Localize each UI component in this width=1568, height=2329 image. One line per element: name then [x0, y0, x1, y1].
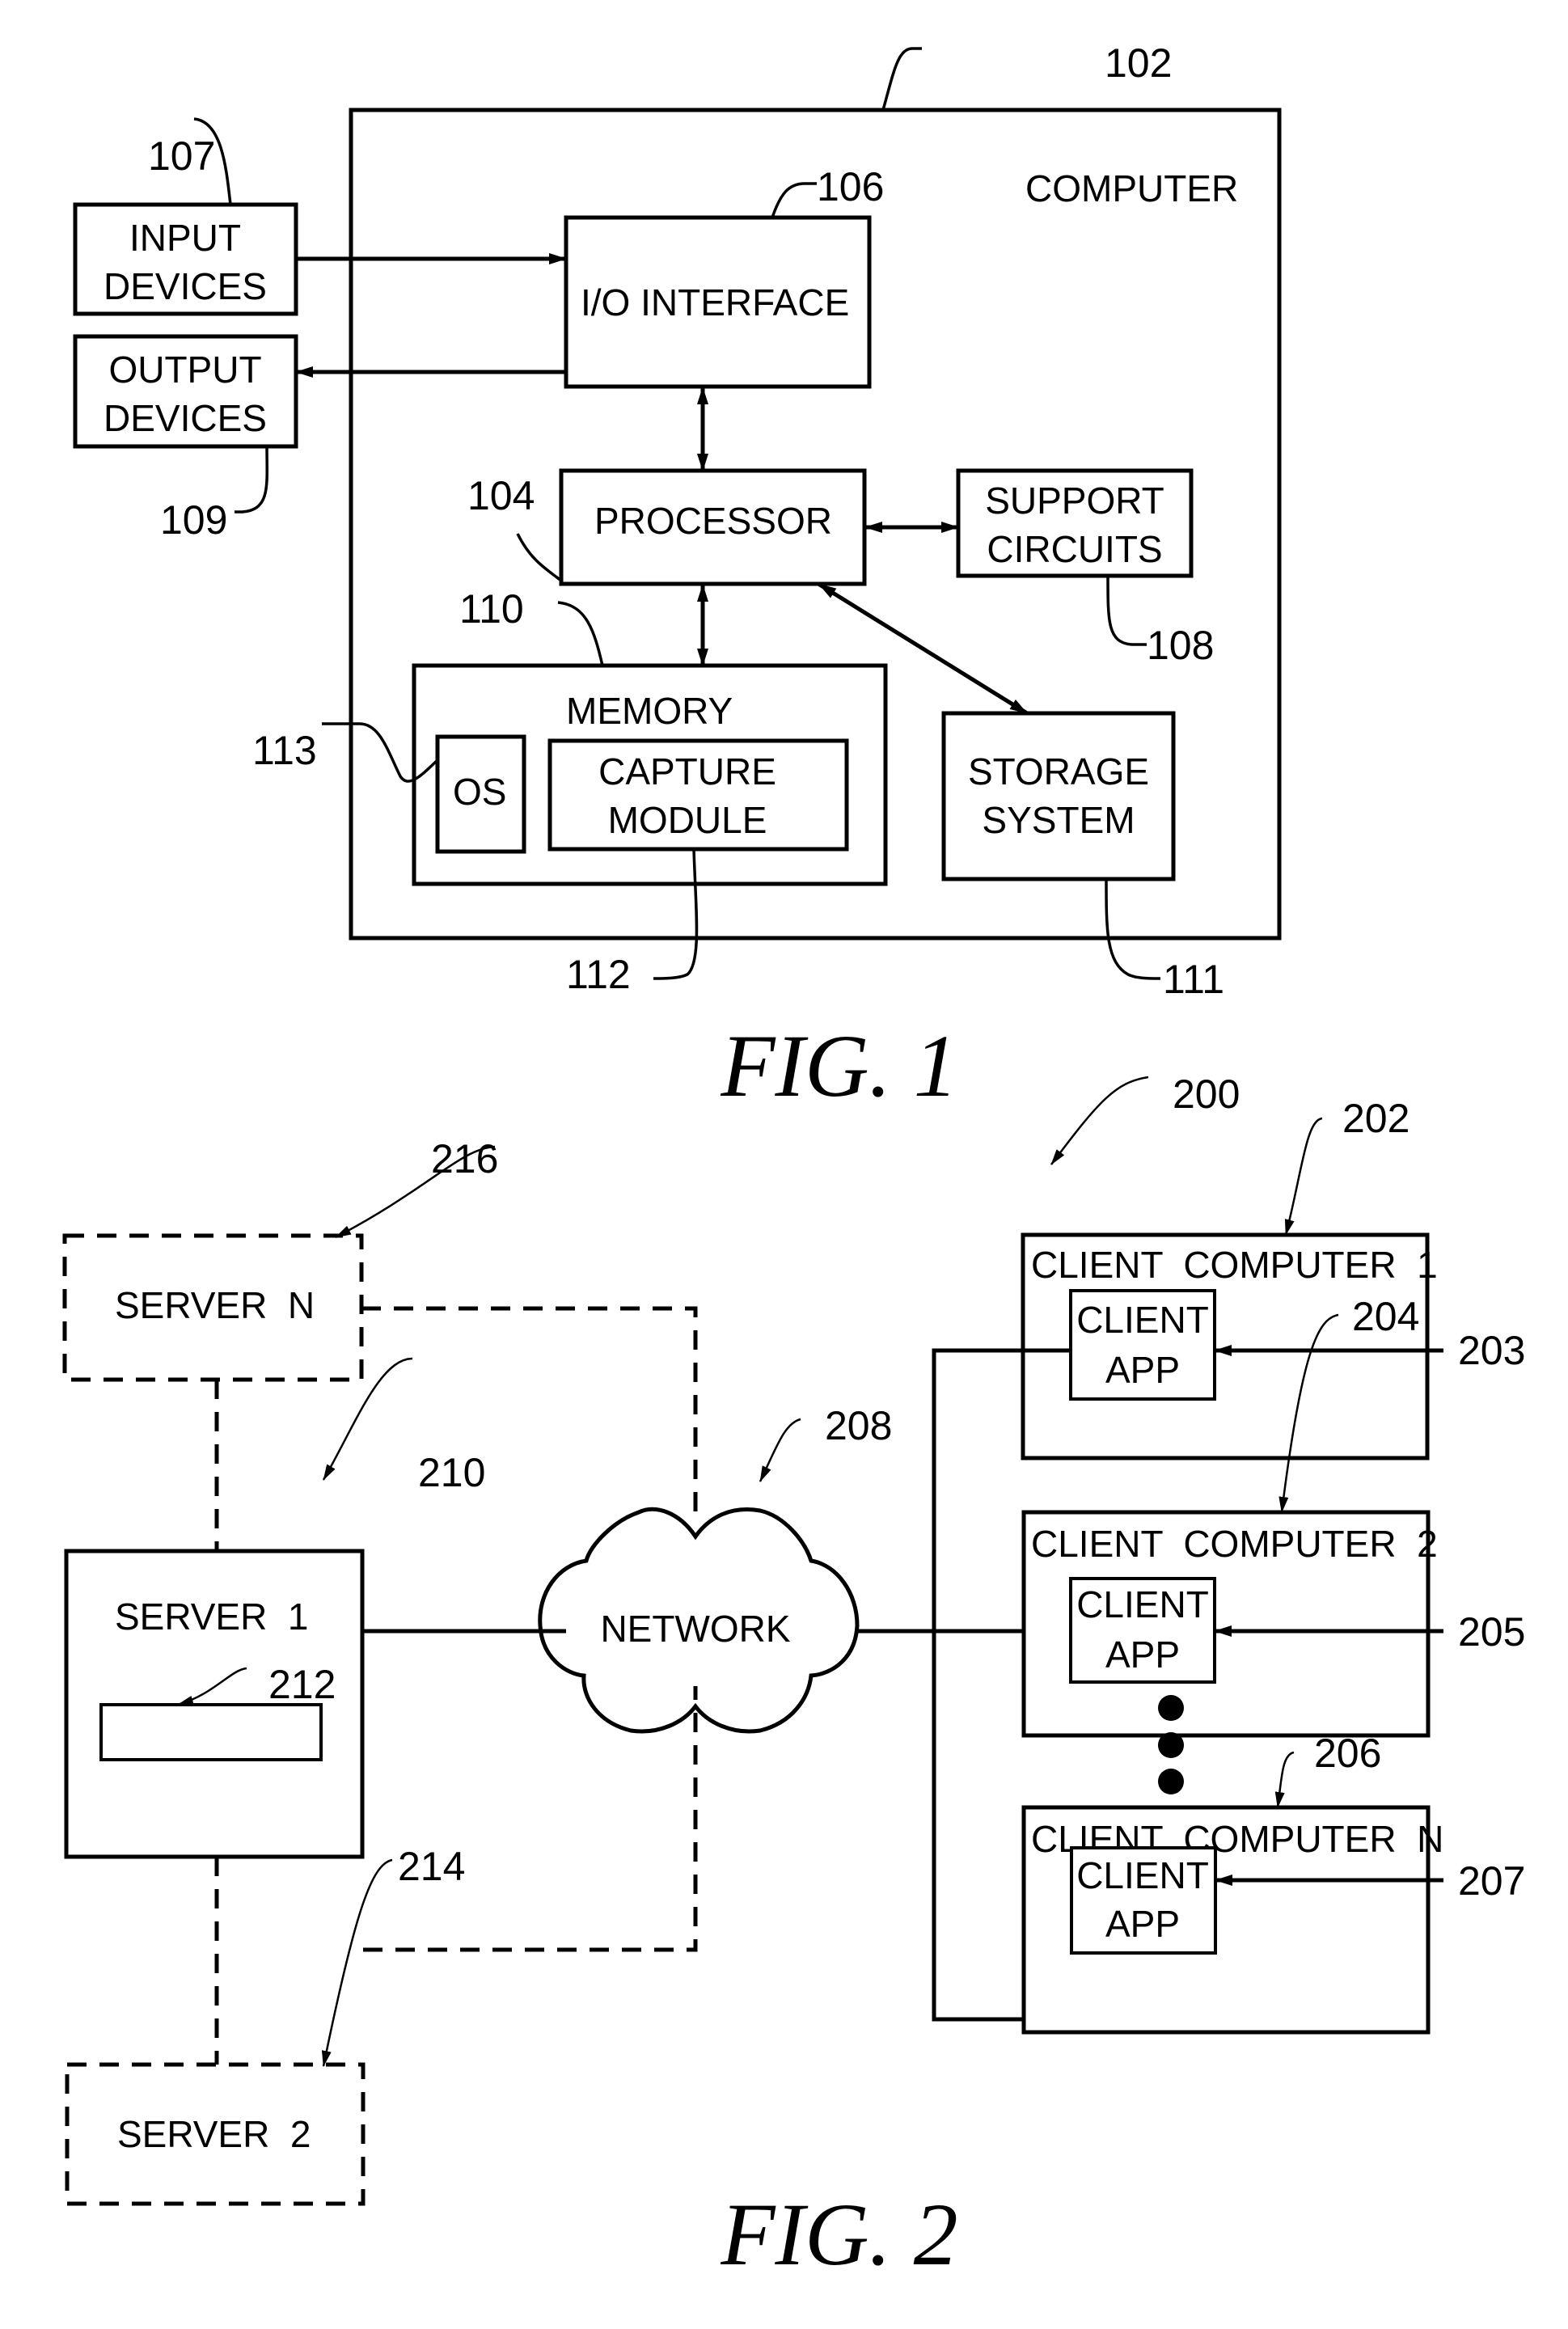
- storage-system-label-line1: STORAGE: [968, 750, 1149, 793]
- computer-label: COMPUTER: [1025, 167, 1238, 209]
- server-2-network-link: [363, 1686, 698, 1952]
- io-interface-label: I/O INTERFACE: [581, 281, 849, 323]
- system-ref: 200: [1173, 1072, 1240, 1117]
- input-devices-ref: 107: [148, 133, 215, 179]
- capture-module-block: CAPTURE MODULE: [547, 738, 849, 852]
- ellipsis-dot: [1158, 1732, 1184, 1758]
- client-app-n-label-line2: APP: [1105, 1903, 1180, 1945]
- output-devices-ref: 109: [160, 497, 227, 543]
- support-circuits-label-line1: SUPPORT: [985, 480, 1164, 522]
- figure-2: 200 SERVER N 216 SERVER 1 210 212 SERVER…: [62, 1072, 1525, 2284]
- processor-label: PROCESSOR: [594, 500, 832, 542]
- ellipsis-dot: [1158, 1769, 1184, 1794]
- figure-2-caption: FIG. 2: [720, 2185, 957, 2284]
- client-app-n-label-line1: CLIENT: [1076, 1854, 1209, 1896]
- more-clients-ellipsis: [1158, 1695, 1184, 1794]
- server-2-block: SERVER 2 214: [65, 1844, 465, 2206]
- input-devices-label-line2: DEVICES: [104, 265, 267, 307]
- io-interface-ref: 106: [817, 164, 884, 209]
- memory-ref: 110: [459, 586, 524, 632]
- server-1-block: SERVER 1 210 212: [64, 1357, 485, 1859]
- capture-module-ref: 112: [566, 952, 631, 997]
- server-n-label: SERVER N: [115, 1284, 315, 1326]
- computer-ref: 102: [1105, 40, 1172, 86]
- client-app-1-label-line2: APP: [1105, 1349, 1180, 1391]
- server-1-ref: 210: [418, 1450, 485, 1495]
- network-ref: 208: [825, 1403, 892, 1448]
- client-computer-1-block: CLIENT COMPUTER 1 CLIENT APP 203 202: [1021, 1096, 1525, 1460]
- output-devices-label-line1: OUTPUT: [108, 349, 261, 391]
- client-computer-1-ref: 202: [1342, 1096, 1410, 1141]
- network-ref-arrow: [759, 1418, 801, 1482]
- input-devices-label-line1: INPUT: [129, 217, 241, 259]
- capture-module-label-line1: CAPTURE: [598, 750, 776, 793]
- server-n-block: SERVER N 216: [62, 1136, 498, 1382]
- client-computer-n-block: CLIENT COMPUTER N CLIENT APP 207 206: [1021, 1731, 1525, 2035]
- network-label: NETWORK: [600, 1608, 790, 1650]
- client-app-2-label-line2: APP: [1105, 1634, 1180, 1676]
- storage-system-ref: 111: [1163, 957, 1224, 1002]
- patent-drawing-sheet: COMPUTER 102 I/O INTERFACE 106 INPUT DEV…: [62, 40, 1525, 2284]
- os-label: OS: [453, 771, 506, 813]
- figure-1-caption: FIG. 1: [720, 1017, 957, 1115]
- client-computer-1-label: CLIENT COMPUTER 1: [1031, 1244, 1438, 1286]
- ellipsis-dot: [1158, 1695, 1184, 1721]
- server-n-network-link: [361, 1306, 698, 1520]
- figure-1: COMPUTER 102 I/O INTERFACE 106 INPUT DEV…: [73, 40, 1282, 1115]
- client-computer-2-label: CLIENT COMPUTER 2: [1031, 1523, 1438, 1565]
- server-2-ref: 214: [398, 1844, 465, 1889]
- storage-system-label-line2: SYSTEM: [982, 799, 1135, 841]
- network-cloud: NETWORK: [538, 1507, 860, 1734]
- client-app-1-label-line1: CLIENT: [1076, 1299, 1209, 1341]
- support-circuits-label-line2: CIRCUITS: [987, 528, 1162, 570]
- memory-label: MEMORY: [566, 690, 733, 732]
- output-devices-label-line2: DEVICES: [104, 397, 267, 439]
- client-app-2-label-line1: CLIENT: [1076, 1583, 1209, 1625]
- input-devices-block: INPUT DEVICES 107: [73, 117, 298, 316]
- capture-module-label-line2: MODULE: [608, 799, 767, 841]
- client-app-n-ref: 207: [1458, 1858, 1525, 1904]
- client-app-2-ref: 205: [1458, 1609, 1525, 1655]
- client-app-1-ref: 203: [1458, 1328, 1525, 1373]
- os-ref: 113: [252, 728, 317, 773]
- client-computer-2-ref: 204: [1352, 1294, 1419, 1339]
- server-1-inner-component: [99, 1703, 323, 1761]
- server-n-ref: 216: [431, 1136, 498, 1181]
- support-circuits-ref: 108: [1147, 623, 1214, 668]
- server-2-label: SERVER 2: [117, 2113, 311, 2155]
- client-computer-n-ref: 206: [1314, 1731, 1381, 1776]
- system-ref-arrow: [1050, 1076, 1149, 1165]
- server-1-inner-ref: 212: [268, 1662, 336, 1707]
- server-1-label: SERVER 1: [115, 1596, 308, 1638]
- output-devices-block: OUTPUT DEVICES 109: [73, 334, 298, 543]
- processor-ref: 104: [467, 473, 535, 518]
